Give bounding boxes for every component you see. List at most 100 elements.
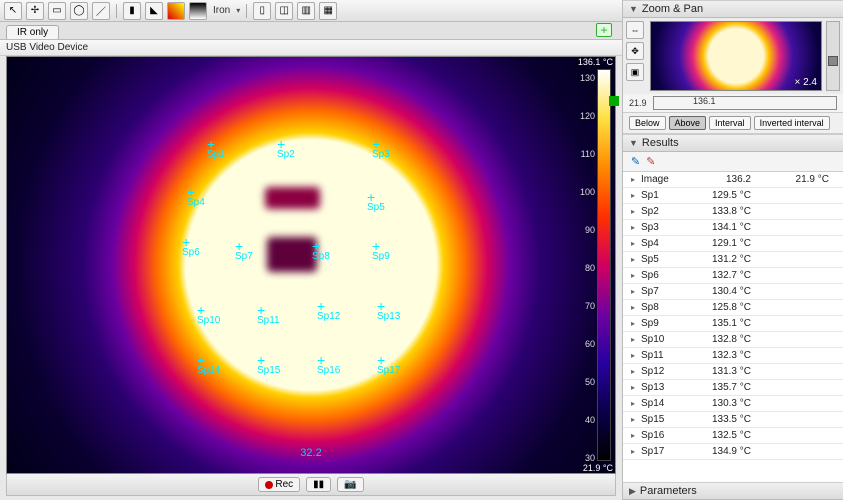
result-row[interactable]: ▸Sp12131.3 °C	[623, 364, 843, 380]
snapshot-button[interactable]: 📷	[337, 477, 363, 492]
result-value: 130.3 °C	[703, 398, 751, 409]
result-value: 125.8 °C	[703, 302, 751, 313]
result-row[interactable]: ▸Sp6132.7 °C	[623, 268, 843, 284]
rect-tool-icon[interactable]: ▭	[48, 2, 66, 20]
result-row[interactable]: ▸Sp7130.4 °C	[623, 284, 843, 300]
expand-triangle-icon[interactable]: ▸	[631, 351, 641, 360]
device-row[interactable]: USB Video Device	[0, 40, 622, 56]
expand-triangle-icon[interactable]: ▸	[631, 319, 641, 328]
histogram-icon[interactable]: ▮	[123, 2, 141, 20]
result-row[interactable]: ▸Sp14130.3 °C	[623, 396, 843, 412]
fit-all-icon[interactable]: ✥	[626, 42, 644, 60]
expand-triangle-icon[interactable]: ▸	[631, 431, 641, 440]
palette-menu-icon[interactable]	[189, 2, 207, 20]
dropdown-chevron-icon[interactable]: ▾	[236, 6, 240, 15]
zoom-slider[interactable]	[826, 21, 840, 91]
layout3-icon[interactable]: ▥	[297, 2, 315, 20]
colorbar-tick: 60	[573, 339, 595, 349]
zoom-slider-handle[interactable]	[828, 56, 838, 66]
expand-triangle-icon[interactable]: ▸	[631, 303, 641, 312]
expand-triangle-icon[interactable]: ▸	[631, 383, 641, 392]
result-row[interactable]: ▸Sp16132.5 °C	[623, 428, 843, 444]
tab-ir-only[interactable]: IR only	[6, 25, 59, 39]
result-row[interactable]: ▸Sp5131.2 °C	[623, 252, 843, 268]
crosshair-tool-icon[interactable]: ✢	[26, 2, 44, 20]
add-tab-button[interactable]: +	[596, 23, 612, 37]
add-result-icon[interactable]: ✎	[631, 155, 640, 168]
thermal-viewer[interactable]: 32.2 +Sp1+Sp2+Sp3+Sp4+Sp5+Sp6+Sp7+Sp8+Sp…	[6, 56, 616, 474]
expand-triangle-icon[interactable]: ▸	[631, 287, 641, 296]
ellipse-tool-icon[interactable]: ◯	[70, 2, 88, 20]
chart-result-icon[interactable]: ✎	[646, 155, 655, 168]
pointer-tool-icon[interactable]: ↖	[4, 2, 22, 20]
actual-size-icon[interactable]: ▣	[626, 63, 644, 81]
fit-width-icon[interactable]: ⇔	[626, 21, 644, 39]
results-list[interactable]: ▸ Image 136.2 21.9 °C ▸Sp1129.5 °C▸Sp213…	[623, 172, 843, 482]
result-row[interactable]: ▸Sp3134.1 °C	[623, 220, 843, 236]
result-value: 134.9 °C	[703, 446, 751, 457]
result-row[interactable]: ▸Sp15133.5 °C	[623, 412, 843, 428]
results-header[interactable]: ▼Results	[623, 134, 843, 152]
line-tool-icon[interactable]: ／	[92, 2, 110, 20]
zoom-thumbnail[interactable]: × 2.4	[650, 21, 822, 91]
parameters-title: Parameters	[640, 485, 697, 497]
parameters-header[interactable]: ▶Parameters	[623, 482, 843, 500]
clip-above-button[interactable]: Above	[669, 116, 707, 130]
result-row[interactable]: ▸Sp13135.7 °C	[623, 380, 843, 396]
colorbar-tick: 130	[573, 73, 595, 83]
collapse-triangle-icon: ▼	[629, 4, 638, 14]
expand-triangle-icon[interactable]: ▸	[631, 367, 641, 376]
clip-inverted-button[interactable]: Inverted interval	[754, 116, 830, 130]
record-label: Rec	[275, 479, 293, 490]
result-name: Sp15	[641, 414, 703, 425]
expand-triangle-icon[interactable]: ▸	[631, 223, 641, 232]
colorbar-tick: 40	[573, 415, 595, 425]
colorbar-max-label: 136.1 °C	[578, 57, 613, 67]
result-row[interactable]: ▸Sp10132.8 °C	[623, 332, 843, 348]
hotspot-icon	[267, 237, 317, 272]
clip-interval-button[interactable]: Interval	[709, 116, 751, 130]
auto-range-icon[interactable]	[609, 96, 619, 106]
result-row[interactable]: ▸Sp9135.1 °C	[623, 316, 843, 332]
result-row[interactable]: ▸Sp17134.9 °C	[623, 444, 843, 460]
expand-triangle-icon[interactable]: ▸	[631, 175, 641, 184]
result-name: Sp5	[641, 254, 703, 265]
expand-triangle-icon[interactable]: ▸	[631, 415, 641, 424]
result-row[interactable]: ▸Sp2133.8 °C	[623, 204, 843, 220]
playback-controls: Rec ▮▮ 📷	[6, 474, 616, 496]
result-value: 135.7 °C	[703, 382, 751, 393]
colorbar[interactable]	[597, 69, 611, 461]
result-row[interactable]: ▸Sp4129.1 °C	[623, 236, 843, 252]
expand-triangle-icon[interactable]: ▸	[631, 239, 641, 248]
pause-button[interactable]: ▮▮	[306, 477, 331, 492]
result-name: Sp2	[641, 206, 703, 217]
contrast-icon[interactable]: ◣	[145, 2, 163, 20]
expand-triangle-icon[interactable]: ▸	[631, 335, 641, 344]
result-value: 134.1 °C	[703, 222, 751, 233]
expand-triangle-icon[interactable]: ▸	[631, 399, 641, 408]
layout4-icon[interactable]: ▦	[319, 2, 337, 20]
clip-mode-row: Below Above Interval Inverted interval	[623, 113, 843, 134]
result-name: Image	[641, 174, 703, 185]
clip-below-button[interactable]: Below	[629, 116, 666, 130]
layout2-icon[interactable]: ◫	[275, 2, 293, 20]
zoom-pan-header[interactable]: ▼Zoom & Pan	[623, 0, 843, 18]
result-row[interactable]: ▸Sp1129.5 °C	[623, 188, 843, 204]
separator	[246, 4, 247, 18]
expand-triangle-icon[interactable]: ▸	[631, 255, 641, 264]
expand-triangle-icon[interactable]: ▸	[631, 447, 641, 456]
range-slider[interactable]	[653, 96, 837, 110]
palette-swap-icon[interactable]	[167, 2, 185, 20]
expand-triangle-icon[interactable]: ▸	[631, 191, 641, 200]
layout1-icon[interactable]: ▯	[253, 2, 271, 20]
record-button[interactable]: Rec	[258, 477, 300, 492]
results-header-row[interactable]: ▸ Image 136.2 21.9 °C	[623, 172, 843, 188]
result-row[interactable]: ▸Sp11132.3 °C	[623, 348, 843, 364]
range-high-label: 136.1	[693, 96, 716, 106]
expand-triangle-icon[interactable]: ▸	[631, 271, 641, 280]
result-row[interactable]: ▸Sp8125.8 °C	[623, 300, 843, 316]
expand-triangle-icon[interactable]: ▸	[631, 207, 641, 216]
colorbar-tick: 100	[573, 187, 595, 197]
colorbar-tick: 120	[573, 111, 595, 121]
result-name: Sp9	[641, 318, 703, 329]
